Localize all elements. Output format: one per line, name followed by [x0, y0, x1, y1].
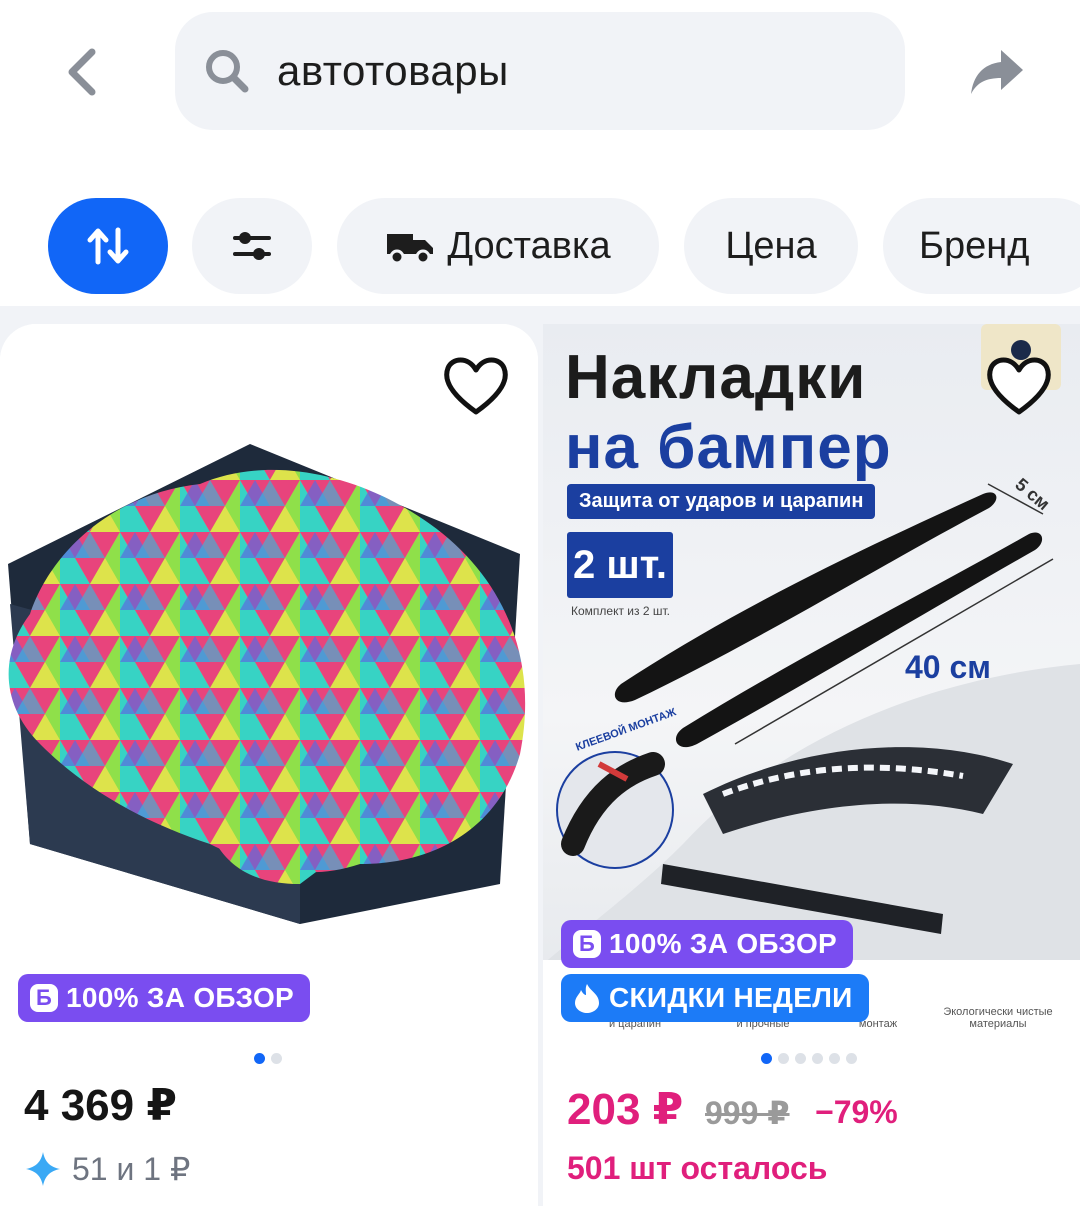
chevron-left-icon — [68, 48, 96, 96]
brand-filter-label: Бренд — [919, 224, 1030, 267]
pagination-dot — [829, 1053, 840, 1064]
price-filter[interactable]: Цена — [684, 198, 858, 294]
sort-button[interactable] — [48, 198, 168, 294]
bonus-points: 51 и 1 ₽ — [24, 1150, 190, 1188]
delivery-filter[interactable]: Доставка — [337, 198, 659, 294]
sale-badge-label: СКИДКИ НЕДЕЛИ — [609, 982, 853, 1013]
product-old-price: 999 ₽ — [705, 1095, 790, 1131]
pagination-dot — [271, 1053, 282, 1064]
pagination-dot-active — [761, 1053, 772, 1064]
product-photo — [8, 444, 526, 924]
fire-icon — [575, 984, 599, 1013]
bonus-points-text: 51 и 1 ₽ — [72, 1151, 191, 1187]
brand-filter[interactable]: Бренд — [883, 198, 1080, 294]
pagination-dot-active — [254, 1053, 265, 1064]
image-title-line2: на бампер — [565, 413, 892, 482]
share-button[interactable] — [962, 40, 1032, 104]
image-feature: Экологически чистые материалы — [943, 1006, 1053, 1030]
favorite-heart-icon[interactable] — [440, 352, 512, 418]
pagination-dot — [846, 1053, 857, 1064]
filters-button[interactable] — [192, 198, 312, 294]
image-title-line1: Накладки — [565, 343, 867, 412]
image-kit-note: Комплект из 2 шт. — [571, 604, 670, 618]
review-cashback-badge: Б 100% ЗА ОБЗОР — [18, 974, 310, 1022]
bonus-b-icon: Б — [573, 930, 601, 958]
pagination-dot — [778, 1053, 789, 1064]
product-card[interactable]: Б 100% ЗА ОБЗОР 4 369 ₽ 51 и 1 ₽ — [0, 324, 538, 1206]
pagination-dot — [812, 1053, 823, 1064]
product-card[interactable]: Накладки на бампер Защита от ударов и ца… — [543, 324, 1080, 1206]
product-image[interactable] — [0, 324, 538, 964]
bonus-b-icon: Б — [30, 984, 58, 1012]
product-price: 4 369 ₽ — [24, 1081, 177, 1130]
filter-chips: Доставка Цена Бренд — [0, 198, 1080, 294]
top-bar: автотовары — [0, 0, 1080, 150]
product-sale-price: 203 ₽ — [567, 1085, 684, 1134]
search-input[interactable]: автотовары — [175, 12, 905, 130]
truck-icon — [385, 226, 435, 266]
sliders-icon — [233, 232, 271, 260]
weekly-sale-badge: СКИДКИ НЕДЕЛИ — [561, 974, 869, 1022]
stock-remaining: 501 шт осталось — [567, 1150, 828, 1186]
review-badge-label: 100% ЗА ОБЗОР — [66, 982, 294, 1013]
image-length: 40 см — [905, 649, 991, 685]
price-filter-label: Цена — [725, 224, 817, 267]
search-query: автотовары — [277, 47, 509, 94]
back-button[interactable] — [52, 40, 112, 104]
image-subtitle: Защита от ударов и царапин — [567, 484, 876, 519]
review-badge-label: 100% ЗА ОБЗОР — [609, 928, 837, 959]
sparkle-icon — [26, 1152, 60, 1186]
favorite-heart-icon[interactable] — [983, 352, 1055, 418]
sort-arrows-icon — [87, 227, 129, 265]
review-cashback-badge: Б 100% ЗА ОБЗОР — [561, 920, 853, 968]
share-icon — [971, 50, 1023, 94]
search-icon — [206, 50, 249, 93]
discount-percent: −79% — [815, 1094, 898, 1130]
delivery-filter-label: Доставка — [447, 224, 611, 267]
image-pagination — [254, 1053, 282, 1064]
pagination-dot — [795, 1053, 806, 1064]
image-quantity: 2 шт. — [567, 532, 673, 598]
image-pagination — [761, 1053, 857, 1064]
